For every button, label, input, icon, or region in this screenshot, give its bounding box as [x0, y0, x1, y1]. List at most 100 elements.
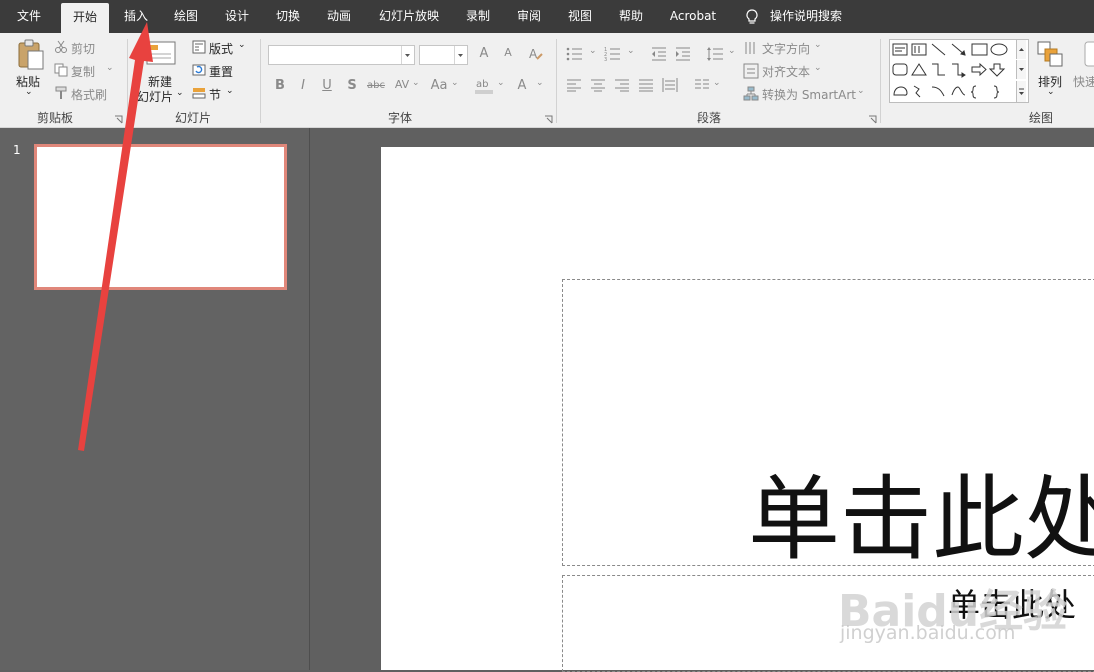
bold-button[interactable]: B [271, 78, 289, 93]
new-slide-label[interactable]: 幻灯片 [137, 88, 173, 105]
clear-formatting-icon[interactable]: A [528, 46, 544, 65]
format-painter-icon [54, 86, 68, 103]
tab-acrobat[interactable]: Acrobat [663, 0, 723, 33]
quick-styles-button[interactable]: 快速 [1073, 73, 1094, 90]
decrease-indent-icon[interactable] [650, 46, 668, 65]
tab-slideshow[interactable]: 幻灯片放映 [372, 0, 446, 33]
copy-button[interactable]: 复制 [71, 63, 95, 80]
columns-icon[interactable] [694, 78, 710, 95]
group-divider [556, 39, 557, 123]
tab-transitions[interactable]: 切换 [267, 0, 309, 33]
paragraph-launcher-icon[interactable] [868, 113, 877, 124]
shrink-font-button[interactable]: A [499, 46, 517, 59]
shapes-gallery[interactable] [889, 39, 1029, 103]
tab-draw[interactable]: 绘图 [165, 0, 207, 33]
align-right-icon[interactable] [614, 78, 630, 95]
arrange-icon [1036, 40, 1064, 71]
copy-icon [54, 63, 68, 80]
drawing-group-label: 绘图 [1029, 111, 1054, 125]
shapes-scroll-up-icon[interactable] [1016, 40, 1026, 59]
tab-file[interactable]: 文件 [8, 0, 50, 33]
group-divider [260, 39, 261, 123]
bullets-chevron-icon[interactable]: ⌄ [589, 46, 597, 56]
section-chevron-icon[interactable]: ⌄ [226, 86, 234, 96]
title-placeholder-text[interactable]: 单击此处 [748, 445, 1094, 578]
svg-text:3: 3 [604, 57, 607, 62]
tab-animations[interactable]: 动画 [318, 0, 360, 33]
tab-home[interactable]: 开始 [61, 3, 109, 33]
increase-indent-icon[interactable] [674, 46, 692, 65]
font-size-combobox[interactable] [419, 45, 468, 65]
columns-chevron-icon[interactable]: ⌄ [713, 78, 721, 88]
arrange-chevron-icon[interactable]: ⌄ [1047, 87, 1055, 97]
reset-button[interactable]: 重置 [209, 63, 233, 80]
scissors-icon [54, 40, 68, 57]
cut-button[interactable]: 剪切 [71, 40, 95, 57]
underline-button[interactable]: U [318, 78, 336, 93]
smartart-chevron-icon[interactable]: ⌄ [857, 86, 865, 96]
reset-icon [192, 63, 206, 80]
font-color-button[interactable]: A [513, 78, 531, 93]
layout-icon [192, 40, 206, 57]
bullets-icon[interactable] [566, 46, 584, 65]
strikethrough-button[interactable]: abc [365, 80, 387, 91]
group-divider [127, 39, 128, 123]
shapes-more-icon[interactable] [1016, 81, 1026, 102]
convert-to-smartart-button[interactable]: 转换为 SmartArt [762, 86, 856, 103]
lightbulb-icon [745, 9, 759, 28]
align-text-button[interactable]: 对齐文本 [762, 63, 810, 80]
font-color-chevron-icon[interactable]: ⌄ [536, 78, 544, 88]
paste-dropdown-chevron-icon[interactable]: ⌄ [25, 87, 33, 97]
align-center-icon[interactable] [590, 78, 606, 95]
shapes-scroll-down-icon[interactable] [1016, 60, 1026, 79]
svg-text:ab: ab [476, 79, 488, 90]
quick-styles-icon [1084, 41, 1094, 70]
highlight-color-icon[interactable]: ab [474, 77, 496, 98]
tab-review[interactable]: 审阅 [508, 0, 550, 33]
text-direction-chevron-icon[interactable]: ⌄ [814, 40, 822, 50]
align-text-chevron-icon[interactable]: ⌄ [814, 63, 822, 73]
change-case-button[interactable]: Aa [428, 78, 450, 93]
pane-splitter[interactable] [309, 128, 310, 670]
copy-dropdown-chevron-icon[interactable]: ⌄ [106, 63, 114, 73]
tab-insert[interactable]: 插入 [115, 0, 157, 33]
format-painter-button[interactable]: 格式刷 [71, 86, 107, 103]
line-spacing-icon[interactable] [706, 45, 724, 66]
new-slide-chevron-icon[interactable]: ⌄ [176, 88, 184, 98]
slide-number: 1 [13, 143, 21, 157]
paragraph-group-label: 段落 [697, 111, 722, 125]
baidu-watermark-url: jingyan.baidu.com [840, 622, 1016, 644]
character-spacing-chevron-icon[interactable]: ⌄ [412, 78, 420, 88]
ribbon-home: 粘贴 ⌄ 剪切 复制 ⌄ 格式刷 剪贴板 新建 幻灯片 ⌄ 版式 ⌄ 重置 节 … [0, 33, 1094, 128]
font-group-label: 字体 [388, 111, 413, 125]
distributed-align-icon[interactable] [662, 78, 678, 95]
tell-me-search[interactable]: 操作说明搜索 [766, 0, 846, 33]
align-left-icon[interactable] [566, 78, 582, 95]
tab-view[interactable]: 视图 [559, 0, 601, 33]
slides-group-label: 幻灯片 [175, 111, 212, 125]
tab-help[interactable]: 帮助 [610, 0, 652, 33]
svg-text:A: A [529, 47, 538, 61]
section-button[interactable]: 节 [209, 86, 221, 103]
tab-design[interactable]: 设计 [216, 0, 258, 33]
numbering-chevron-icon[interactable]: ⌄ [627, 46, 635, 56]
line-spacing-chevron-icon[interactable]: ⌄ [728, 46, 736, 56]
font-name-combobox[interactable] [268, 45, 415, 65]
text-direction-button[interactable]: 文字方向 [762, 40, 810, 57]
font-launcher-icon[interactable] [544, 113, 553, 124]
highlight-chevron-icon[interactable]: ⌄ [497, 78, 505, 88]
clipboard-launcher-icon[interactable] [114, 113, 123, 124]
layout-button[interactable]: 版式 [209, 40, 233, 57]
text-shadow-button[interactable]: S [343, 78, 361, 93]
italic-button[interactable]: I [294, 78, 312, 93]
smartart-icon [743, 86, 759, 105]
justify-icon[interactable] [638, 78, 654, 95]
character-spacing-button[interactable]: AV [392, 78, 412, 91]
numbering-icon[interactable]: 123 [604, 46, 622, 65]
layout-chevron-icon[interactable]: ⌄ [238, 40, 246, 50]
tab-record[interactable]: 录制 [457, 0, 499, 33]
change-case-chevron-icon[interactable]: ⌄ [451, 78, 459, 88]
slide-thumbnail[interactable] [34, 144, 287, 290]
grow-font-button[interactable]: A [475, 46, 493, 61]
group-divider [880, 39, 881, 123]
